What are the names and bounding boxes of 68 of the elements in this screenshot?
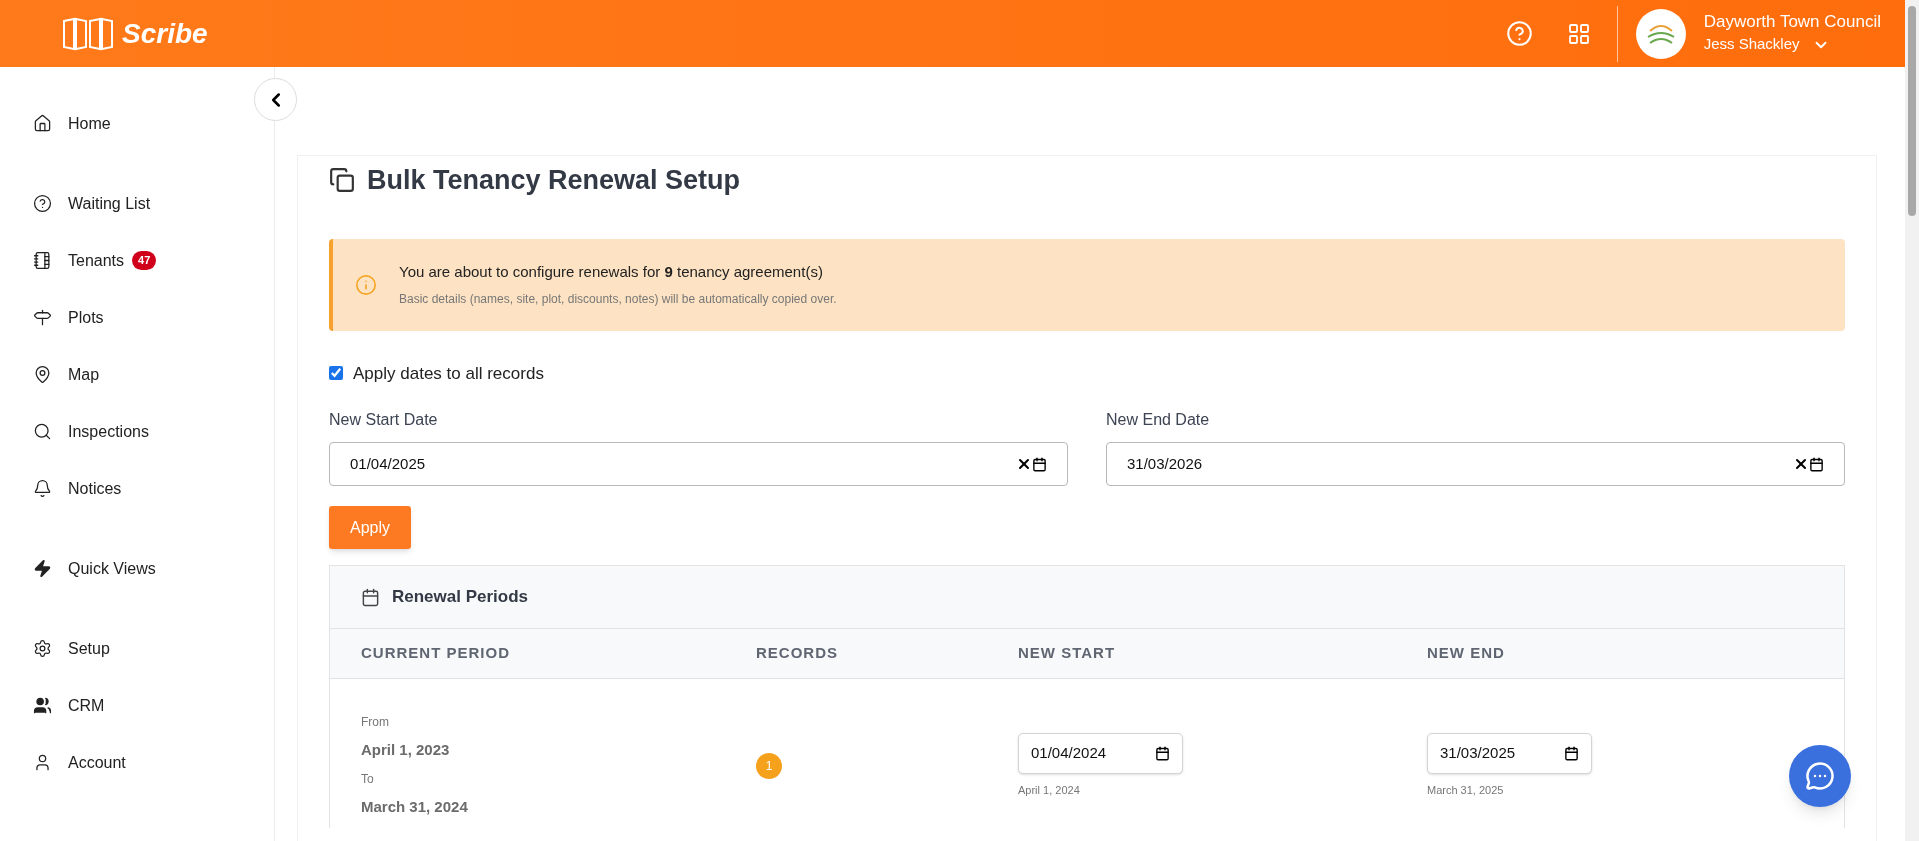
copy-icon (329, 167, 355, 194)
sidebar-item[interactable]: Quick Views (68, 556, 156, 581)
book-logo-icon (62, 16, 114, 51)
date-hint: March 31, 2025 (1427, 782, 1505, 798)
from-label: From (361, 714, 390, 731)
date-field[interactable]: 31/03/2026 (1106, 442, 1845, 486)
sidebar-item[interactable]: Home (68, 111, 111, 136)
column-header: NEW END (1427, 643, 1506, 664)
help-icon[interactable] (1505, 20, 1533, 47)
sidebar-item[interactable]: Inspections (68, 419, 149, 444)
sidebar-item[interactable]: Notices (68, 476, 122, 501)
lightning-icon (33, 559, 52, 578)
nav-icon (33, 251, 52, 270)
nav-icon (33, 422, 52, 441)
date-field[interactable]: 01/04/2025 (329, 442, 1068, 486)
nav-icon (33, 479, 52, 498)
calendar-icon[interactable] (1809, 456, 1824, 472)
calendar-icon[interactable] (1032, 456, 1047, 472)
clear-icon[interactable] (1793, 456, 1809, 472)
nav-icon (33, 308, 52, 327)
scrollbar[interactable] (1905, 0, 1919, 841)
field-label: New End Date (1106, 410, 1211, 430)
column-header: CURRENT PERIOD (361, 643, 511, 664)
chat-icon (1805, 761, 1835, 791)
date-field[interactable]: 31/03/2025 (1427, 732, 1592, 774)
collapse-button[interactable] (254, 78, 297, 121)
date-value: 31/03/2025 (1440, 743, 1517, 763)
app-logo: Scribe (122, 16, 208, 51)
sidebar-item[interactable]: Plots (68, 305, 104, 330)
sidebar-item[interactable]: Setup (68, 636, 110, 661)
chat-button[interactable] (1789, 745, 1851, 807)
to-label: To (361, 770, 375, 788)
date-value: 01/04/2024 (1031, 743, 1108, 763)
date-value: 31/03/2026 (1127, 453, 1204, 474)
people-icon (33, 696, 52, 715)
clear-icon[interactable] (1016, 456, 1032, 472)
apps-grid-icon[interactable] (1566, 21, 1591, 46)
nav-icon (33, 639, 52, 658)
organisation-name: Dayworth Town Council (1703, 11, 1881, 34)
sidebar-item[interactable]: Tenants (68, 248, 125, 273)
date-field[interactable]: 01/04/2024 (1018, 732, 1183, 774)
checkbox-label: Apply dates to all records (353, 362, 544, 385)
alert-message: You are about to configure renewals for 9 tenancy agreement(s) (399, 262, 824, 283)
calendar-icon[interactable] (1564, 745, 1579, 761)
nav-icon (33, 365, 52, 384)
alert-detail: Basic details (names, site, plot, discounts, notes) will be automatically copied over. (399, 290, 837, 308)
section-title: Renewal Periods (392, 586, 529, 609)
nav-icon (33, 194, 52, 213)
to-date: March 31, 2024 (361, 796, 469, 817)
from-date: April 1, 2023 (361, 740, 451, 760)
count-badge: 47 (132, 251, 157, 270)
page-title: Bulk Tenancy Renewal Setup (367, 164, 741, 197)
sidebar-item[interactable]: Map (68, 362, 100, 387)
checkbox[interactable] (329, 366, 343, 381)
nav-icon (33, 753, 52, 772)
sidebar-item[interactable]: Account (68, 750, 126, 775)
records-count: 1 (756, 752, 782, 779)
sidebar-item[interactable]: CRM (68, 693, 105, 718)
column-header: NEW START (1018, 643, 1117, 664)
date-value: 01/04/2025 (350, 453, 427, 474)
calendar-icon (361, 587, 380, 607)
sidebar-item[interactable]: Waiting List (68, 191, 151, 216)
info-icon (355, 273, 377, 296)
field-label: New Start Date (329, 410, 439, 430)
date-hint: April 1, 2024 (1018, 782, 1081, 798)
nav-icon (33, 114, 52, 133)
column-header: RECORDS (756, 643, 839, 664)
calendar-icon[interactable] (1155, 745, 1170, 761)
